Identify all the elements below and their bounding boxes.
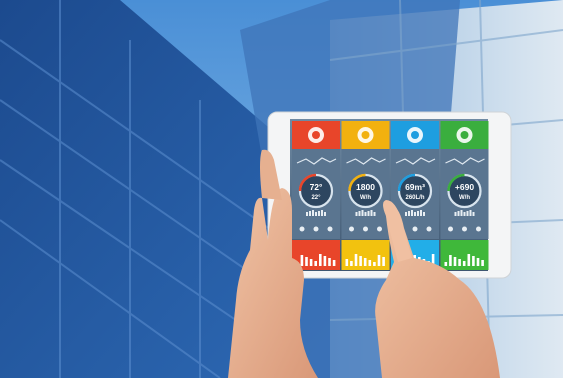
control-icon[interactable] xyxy=(426,226,432,232)
control-icon[interactable] xyxy=(448,226,453,232)
dashboard-panel[interactable]: 72° 22° xyxy=(292,121,340,270)
bar-graph-bar xyxy=(449,255,452,266)
level-bar xyxy=(312,210,314,216)
bar-graph-bar xyxy=(314,261,317,266)
level-bar xyxy=(414,212,416,216)
level-bar xyxy=(358,211,361,216)
bar-graph-bar xyxy=(472,256,475,266)
level-bar xyxy=(466,211,469,216)
control-icon[interactable] xyxy=(299,226,305,232)
control-icon[interactable] xyxy=(462,226,467,232)
photo-scene: 72° 22° 1800 W/h 69m³ 260L/h +690 W/h xyxy=(0,0,563,378)
bar-graph-bar xyxy=(373,262,376,266)
level-bar xyxy=(463,212,466,216)
level-bar xyxy=(405,212,407,216)
level-bar xyxy=(309,211,311,216)
bar-graph-bar xyxy=(462,261,466,266)
control-icon[interactable] xyxy=(313,226,319,232)
level-bar xyxy=(318,211,320,216)
readout-value: 1800 xyxy=(356,182,375,192)
bar-graph-bar xyxy=(458,259,461,266)
readout-unit: W/h xyxy=(360,195,371,201)
bar-graph-bar xyxy=(323,256,327,266)
level-bar xyxy=(355,212,358,216)
level-bar xyxy=(321,210,323,216)
bar-graph-bar xyxy=(453,257,457,266)
level-bar xyxy=(373,212,376,216)
level-bar xyxy=(367,211,370,216)
level-bar xyxy=(411,210,413,216)
readout-value: +690 xyxy=(455,182,474,192)
bar-graph-bar xyxy=(476,258,480,266)
level-bar xyxy=(457,211,460,216)
bar-graph-bar xyxy=(377,255,381,266)
control-icon[interactable] xyxy=(327,226,333,232)
level-bar xyxy=(420,210,422,216)
leaf-icon-glyph xyxy=(460,131,469,139)
readout-unit: 22° xyxy=(311,195,321,201)
bar-graph-bar xyxy=(319,254,322,266)
level-bar xyxy=(324,212,326,216)
readout-unit: 260L/h xyxy=(405,195,424,201)
level-bar xyxy=(306,212,308,216)
dashboard-panel[interactable]: 1800 W/h xyxy=(341,121,390,270)
level-bar xyxy=(460,210,463,216)
level-bar xyxy=(469,210,472,216)
bar-graph-bar xyxy=(305,257,308,266)
bar-graph-bar xyxy=(467,254,471,266)
bar-graph-bar xyxy=(354,254,358,266)
readout-value: 72° xyxy=(310,182,323,192)
control-icon[interactable] xyxy=(412,226,418,232)
lightning-icon-glyph xyxy=(361,131,370,139)
level-bar xyxy=(361,210,364,216)
bar-graph-bar xyxy=(359,256,362,266)
bar-graph-bar xyxy=(350,261,353,266)
readout-unit: W/h xyxy=(459,195,470,201)
thermometer-icon-glyph xyxy=(312,131,320,139)
bar-graph-bar xyxy=(363,258,367,266)
control-icon[interactable] xyxy=(476,226,481,232)
water-drop-icon-glyph xyxy=(411,131,419,139)
dashboard-panel[interactable]: +690 W/h xyxy=(440,121,489,270)
bar-graph-bar xyxy=(368,260,372,266)
level-bar xyxy=(423,212,425,216)
level-bar xyxy=(408,211,410,216)
level-bar xyxy=(472,212,475,216)
level-bar xyxy=(370,210,373,216)
level-bar xyxy=(417,211,419,216)
readout-value: 69m³ xyxy=(405,182,425,192)
control-icon[interactable] xyxy=(363,226,368,232)
bar-graph-bar xyxy=(309,259,313,266)
bar-graph-bar xyxy=(382,257,385,266)
control-icon[interactable] xyxy=(349,226,354,232)
control-icon[interactable] xyxy=(377,226,382,232)
level-bar xyxy=(364,212,367,216)
bar-graph-bar xyxy=(345,259,349,266)
bar-graph-bar xyxy=(444,262,448,266)
bar-graph-bar xyxy=(481,260,484,266)
bar-graph-bar xyxy=(332,260,336,266)
bar-graph-bar xyxy=(328,258,331,266)
level-bar xyxy=(454,212,457,216)
level-bar xyxy=(315,212,317,216)
bar-graph-bar xyxy=(300,255,304,266)
